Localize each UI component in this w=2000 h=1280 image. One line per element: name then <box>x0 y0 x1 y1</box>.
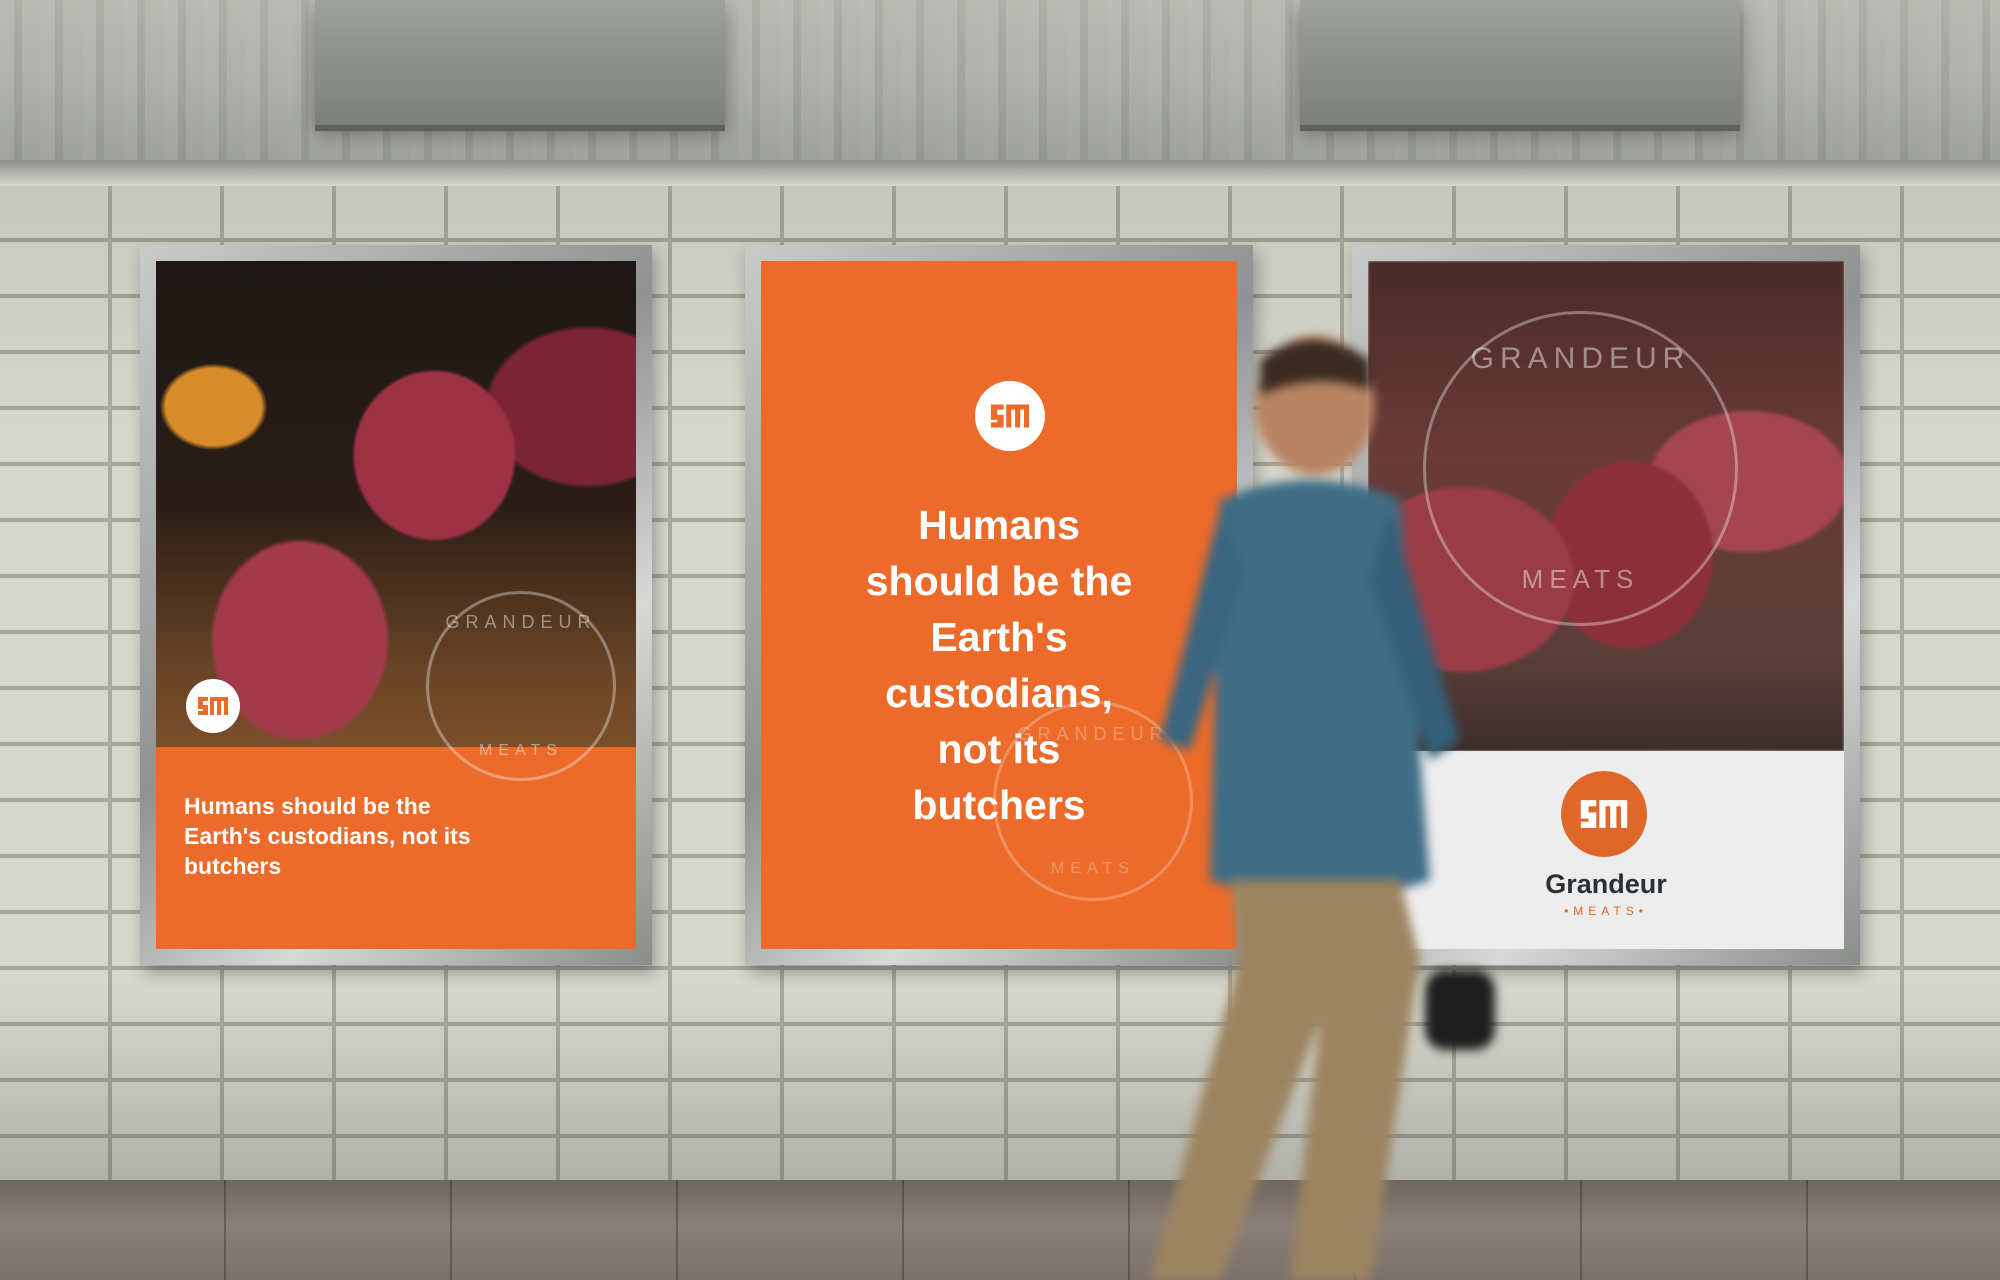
ceiling-vent-left <box>315 0 725 131</box>
poster-headline: Humans should be the Earth's custodians,… <box>184 793 471 879</box>
ceiling-vent-right <box>1300 0 1740 131</box>
floor <box>0 1180 2000 1280</box>
grandeur-meats-logo-icon <box>186 679 240 733</box>
poster-left: GRANDEUR MEATS Humans should be the Eart… <box>156 261 636 949</box>
poster-frame-left: GRANDEUR MEATS Humans should be the Eart… <box>140 245 652 965</box>
grandeur-meats-logo-icon <box>975 381 1045 451</box>
grandeur-meats-seal: GRANDEUR MEATS <box>426 591 616 781</box>
grandeur-meats-logo-icon <box>1561 771 1647 857</box>
wall-ledge <box>0 160 2000 186</box>
walking-person <box>1150 335 1495 1280</box>
